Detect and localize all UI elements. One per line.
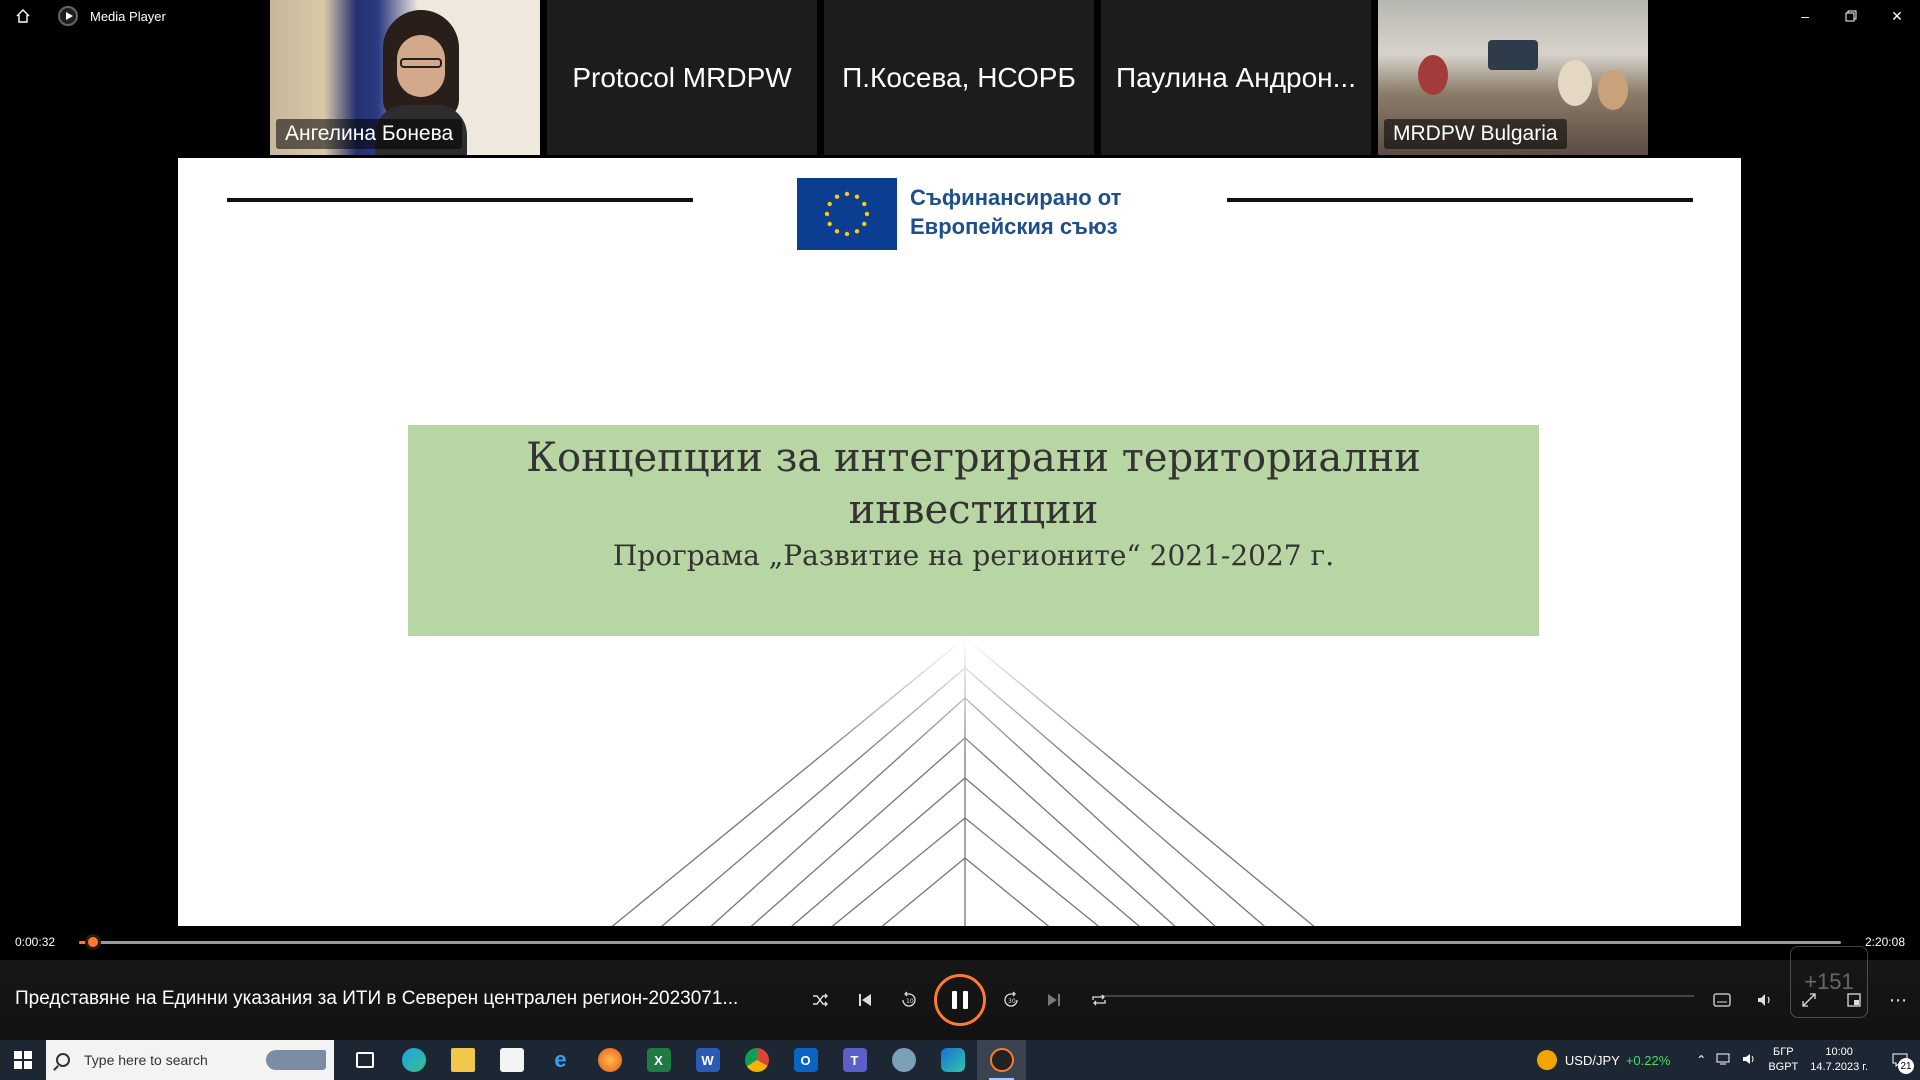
participant-video-image <box>1418 55 1448 95</box>
participant-name: Ангелина Бонева <box>276 119 463 149</box>
previous-icon[interactable] <box>845 980 885 1020</box>
language-top: БГР <box>1773 1046 1794 1058</box>
participant-name: П.Косева, НСОРБ <box>842 61 1076 93</box>
home-icon[interactable] <box>0 0 46 32</box>
shuffle-icon[interactable] <box>800 980 840 1020</box>
network-icon[interactable] <box>1716 1052 1732 1069</box>
excel-icon[interactable]: X <box>634 1040 683 1080</box>
task-view-icon[interactable] <box>340 1040 389 1080</box>
stock-ticker-widget[interactable]: USD/JPY +0.22% <box>1536 1050 1671 1070</box>
eu-text-line2: Европейския съюз <box>910 214 1118 239</box>
app-icon[interactable] <box>879 1040 928 1080</box>
building-background-image <box>178 638 1741 926</box>
skip-forward-30-icon[interactable]: 30 <box>991 980 1031 1020</box>
volume-icon[interactable] <box>1745 980 1785 1020</box>
search-placeholder: Type here to search <box>84 1052 208 1068</box>
svg-text:30: 30 <box>1008 998 1016 1005</box>
language-bottom: BGPT <box>1768 1061 1799 1073</box>
store-icon[interactable] <box>487 1040 536 1080</box>
shared-slide: Съфинансирано от Европейския съюз Концеп… <box>178 158 1741 926</box>
slide-title: Концепции за интегрирани териториални ин… <box>526 435 1421 533</box>
clock-date: 14.7.2023 г. <box>1810 1061 1868 1073</box>
search-icon <box>56 1053 70 1067</box>
participant-name: MRDPW Bulgaria <box>1384 119 1567 149</box>
eu-text-line1: Съфинансирано от <box>910 185 1122 210</box>
system-tray: USD/JPY +0.22% ⌃ БГР BGPT 10:00 14.7.202… <box>1536 1040 1920 1080</box>
taskbar-apps: e X W O T <box>340 1040 1026 1080</box>
speaker-icon[interactable] <box>1742 1052 1758 1069</box>
media-player-window: Media Player – ✕ Ангелина Бонева Protoco… <box>0 0 1920 1040</box>
chrome-icon[interactable] <box>732 1040 781 1080</box>
clock-time: 10:00 <box>1825 1046 1853 1058</box>
title-bar: Media Player – ✕ <box>0 0 1920 32</box>
window-controls: – ✕ <box>1782 0 1920 32</box>
search-highlight-image <box>266 1050 326 1070</box>
chevron-up-icon[interactable]: ⌃ <box>1696 1053 1706 1067</box>
taskbar-clock[interactable]: 10:00 14.7.2023 г. <box>1810 1045 1868 1075</box>
svg-text:10: 10 <box>906 998 914 1005</box>
currency-icon <box>1536 1050 1557 1070</box>
edge-icon[interactable] <box>389 1040 438 1080</box>
close-icon[interactable]: ✕ <box>1874 0 1920 32</box>
controls-divider <box>1100 995 1694 997</box>
eu-stars-icon <box>824 191 870 237</box>
window-title: Media Player <box>90 8 166 24</box>
eu-flag-logo <box>797 178 897 250</box>
taskbar-search-box[interactable]: Type here to search <box>46 1040 334 1080</box>
windows-logo-icon <box>14 1051 32 1069</box>
captions-icon[interactable] <box>1702 980 1742 1020</box>
seek-bar-row: 0:00:32 2:20:08 <box>0 930 1920 954</box>
start-button[interactable] <box>0 1040 46 1080</box>
eu-cofunding-text: Съфинансирано от Европейския съюз <box>910 183 1121 241</box>
total-duration: 2:20:08 <box>1864 935 1905 949</box>
notification-center-icon[interactable]: 21 <box>1880 1040 1920 1080</box>
windows-taskbar: Type here to search e X W O T USD/JPY +0… <box>0 1040 1920 1080</box>
participant-name: Protocol MRDPW <box>572 61 792 93</box>
more-options-icon[interactable]: ⋯ <box>1878 980 1918 1020</box>
slide-subtitle: Програма „Развитие на регионите“ 2021-20… <box>612 539 1335 572</box>
elapsed-time: 0:00:32 <box>15 935 56 949</box>
file-explorer-icon[interactable] <box>438 1040 487 1080</box>
player-controls: Представяне на Единни указания за ИТИ в … <box>0 946 1920 1040</box>
seek-thumb[interactable] <box>85 934 101 950</box>
seek-bar[interactable] <box>79 941 1841 944</box>
slide-title-banner: Концепции за интегрирани териториални ин… <box>408 425 1539 636</box>
media-player-icon[interactable] <box>977 1040 1026 1080</box>
minimize-icon[interactable]: – <box>1782 0 1828 32</box>
ticker-change: +0.22% <box>1625 1052 1671 1068</box>
ticker-name: USD/JPY <box>1564 1052 1620 1068</box>
fullscreen-icon[interactable] <box>1789 980 1829 1020</box>
skip-back-10-icon[interactable]: 10 <box>889 980 929 1020</box>
repeat-icon[interactable] <box>1079 980 1119 1020</box>
outlook-icon[interactable]: O <box>781 1040 830 1080</box>
restore-icon[interactable] <box>1828 0 1874 32</box>
webex-icon[interactable] <box>928 1040 977 1080</box>
ie-icon[interactable]: e <box>536 1040 585 1080</box>
slide-rule-right <box>1227 198 1693 202</box>
media-title: Представяне на Единни указания за ИТИ в … <box>15 988 739 1009</box>
pause-button[interactable] <box>934 974 986 1026</box>
next-icon[interactable] <box>1034 980 1074 1020</box>
word-icon[interactable]: W <box>683 1040 732 1080</box>
teams-icon[interactable]: T <box>830 1040 879 1080</box>
notification-count: 21 <box>1898 1058 1914 1074</box>
language-indicator[interactable]: БГР BGPT <box>1768 1045 1798 1075</box>
slide-rule-left <box>227 198 693 202</box>
mini-player-icon[interactable] <box>1834 980 1874 1020</box>
firefox-icon[interactable] <box>585 1040 634 1080</box>
media-player-app-icon <box>58 6 78 26</box>
participant-name: Паулина Андрон... <box>1116 61 1356 93</box>
